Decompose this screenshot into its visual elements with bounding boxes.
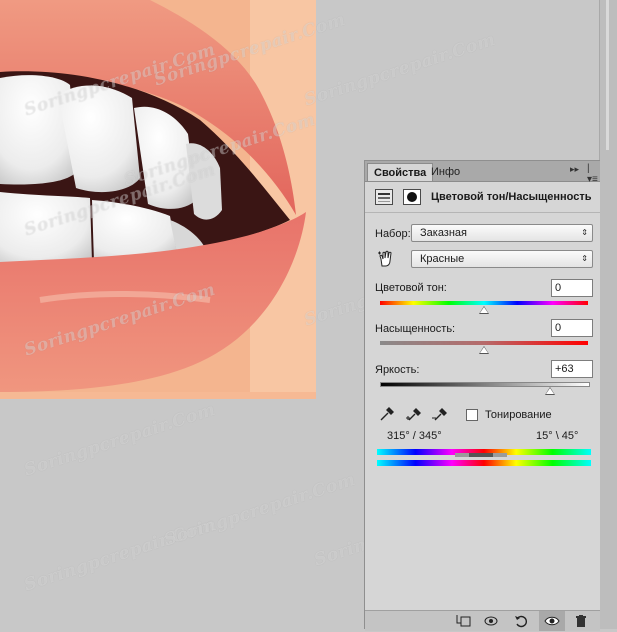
panel-header: Цветовой тон/Насыщенность — [365, 182, 600, 213]
chevron-updown-icon: ⇕ — [581, 254, 588, 263]
watermark: Soringpcrepair.Com — [301, 29, 499, 111]
preset-label: Набор: — [375, 228, 411, 240]
channel-value: Красные — [420, 253, 465, 265]
range-bar-result — [377, 457, 591, 466]
trash-icon[interactable] — [573, 613, 589, 629]
on-image-adjust-hand-icon[interactable] — [377, 250, 395, 268]
panel-footer — [365, 610, 600, 631]
tab-info[interactable]: Инфо — [425, 163, 466, 181]
lightness-label: Яркость: — [375, 364, 420, 376]
hue-label: Цветовой тон: — [375, 282, 447, 294]
layer-mask-icon[interactable] — [403, 189, 421, 205]
watermark: Soringpcrepair.Com — [21, 514, 219, 596]
colorize-label: Тонирование — [485, 409, 552, 421]
colorize-checkbox[interactable] — [466, 409, 478, 421]
preset-select[interactable]: Заказная ⇕ — [411, 224, 593, 242]
eyedropper-icon[interactable] — [379, 406, 395, 422]
preset-value: Заказная — [420, 227, 468, 239]
range-selector-center[interactable] — [469, 453, 493, 457]
lightness-slider-thumb[interactable] — [544, 387, 555, 395]
hue-value-field[interactable]: 0 — [551, 279, 593, 297]
panel-title: Цветовой тон/Насыщенность — [431, 191, 592, 203]
canvas-image — [0, 0, 316, 399]
lightness-value-field[interactable]: +63 — [551, 360, 593, 378]
saturation-slider-thumb[interactable] — [479, 346, 489, 354]
chevron-updown-icon: ⇕ — [581, 228, 588, 237]
range-left-readout: 315° / 345° — [387, 430, 442, 442]
panel-tabbar: Свойства Инфо ▸▸ |▾≡ — [365, 161, 600, 185]
eyedropper-subtract-icon[interactable] — [431, 406, 447, 422]
saturation-slider-track[interactable] — [380, 341, 588, 345]
clip-to-layer-icon[interactable] — [455, 613, 471, 629]
collapse-panel-icon[interactable]: ▸▸ — [570, 164, 579, 175]
eyedropper-add-icon[interactable] — [405, 406, 421, 422]
range-selector[interactable] — [455, 453, 507, 457]
watermark: Soringpcrepair.Com — [161, 469, 359, 551]
channel-select[interactable]: Красные ⇕ — [411, 250, 593, 268]
scroll-thumb[interactable] — [606, 0, 609, 150]
saturation-value-field[interactable]: 0 — [551, 319, 593, 337]
visibility-eye-icon[interactable] — [544, 613, 560, 629]
saturation-label: Насыщенность: — [375, 323, 456, 335]
range-bar-source — [377, 446, 591, 455]
tab-properties[interactable]: Свойства — [367, 163, 434, 181]
watermark: Soringpcrepair.Com — [21, 399, 219, 481]
properties-panel: Свойства Инфо ▸▸ |▾≡ Цветовой тон/Насыще… — [364, 160, 600, 631]
hue-slider-track[interactable] — [380, 301, 588, 305]
range-right-readout: 15° \ 45° — [536, 430, 579, 442]
lightness-slider-track[interactable] — [380, 382, 590, 387]
view-previous-state-icon[interactable] — [483, 613, 499, 629]
hue-slider-thumb[interactable] — [479, 306, 489, 314]
hue-saturation-adjustment-icon[interactable] — [375, 189, 393, 205]
reset-icon[interactable] — [513, 613, 529, 629]
